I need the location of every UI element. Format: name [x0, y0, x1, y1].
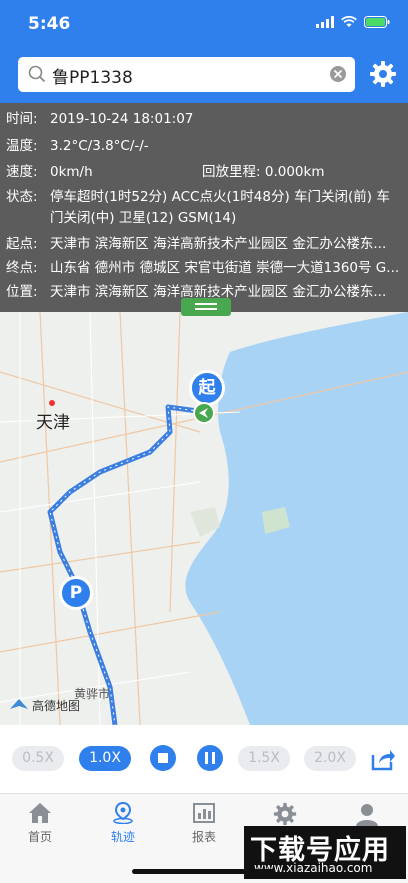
speed-1-0x-button[interactable]: 1.0X: [79, 746, 131, 771]
start-marker-label: 起: [198, 378, 216, 398]
info-position-row: 位置: 天津市 滨海新区 海洋高新技术产业园区 金汇办公楼东...: [6, 280, 386, 300]
clear-icon[interactable]: [329, 65, 347, 83]
info-state-row-2: 门关闭(中) 卫星(12) GSM(14): [50, 206, 236, 226]
user-icon: [356, 804, 378, 826]
parking-marker[interactable]: P: [59, 576, 93, 610]
speed-0-5x-button[interactable]: 0.5X: [12, 746, 64, 771]
city-dot-icon: [49, 400, 55, 406]
info-speed-label: 速度:: [6, 164, 38, 180]
info-start-value: 天津市 滨海新区 海洋高新技术产业园区 金汇办公楼东...: [50, 236, 387, 252]
info-state-line1: 停车超时(1时52分) ACC点火(1时48分) 车门关闭(前) 车: [50, 189, 390, 205]
tab-track[interactable]: 轨迹: [93, 802, 153, 845]
status-icons: [316, 16, 390, 28]
vehicle-icon[interactable]: [193, 402, 215, 424]
info-end-value: 山东省 德州市 德城区 宋官屯街道 崇德一大道1360号 G...: [50, 260, 400, 276]
panel-collapse-handle[interactable]: [181, 298, 231, 316]
info-mileage-label: 回放里程:: [202, 164, 261, 180]
wifi-icon: [341, 16, 357, 27]
home-indicator: [132, 869, 275, 874]
tab-report-label: 报表: [191, 830, 216, 844]
info-mileage-value: 0.000km: [264, 164, 325, 180]
info-temp-row: 温度: 3.2°C/3.8°C/-/-: [6, 134, 149, 154]
amap-logo-icon: [10, 698, 28, 709]
map-city-label: 天津: [36, 413, 70, 433]
info-start-label: 起点:: [6, 236, 38, 252]
share-icon[interactable]: [370, 747, 396, 771]
stop-icon: [158, 753, 168, 763]
playback-controls: 0.5X 1.0X 1.5X 2.0X: [0, 725, 408, 793]
info-speed-row: 速度: 0km/h: [6, 160, 93, 180]
info-state-label: 状态:: [6, 189, 38, 205]
info-panel: 时间: 2019-10-24 18:01:07 温度: 3.2°C/3.8°C/-/…: [0, 103, 408, 312]
tab-report[interactable]: 报表: [174, 802, 234, 845]
info-end-row: 终点: 山东省 德州市 德城区 宋官屯街道 崇德一大道1360号 G...: [6, 256, 399, 276]
info-state-line2: 门关闭(中) 卫星(12) GSM(14): [50, 210, 237, 226]
info-speed-value: 0km/h: [50, 164, 93, 180]
search-icon: [28, 65, 46, 83]
app-header: 5:46 鲁PP1338: [0, 0, 408, 103]
info-position-label: 位置:: [6, 284, 38, 300]
gear-icon[interactable]: [369, 60, 397, 88]
map-view[interactable]: 天津 黄骅市 起 P 高德地图: [0, 312, 408, 725]
tab-track-label: 轨迹: [110, 830, 135, 844]
map-logo-text: 高德地图: [32, 699, 81, 713]
status-bar: 5:46: [0, 0, 408, 48]
info-start-row: 起点: 天津市 滨海新区 海洋高新技术产业园区 金汇办公楼东...: [6, 232, 386, 252]
tab-home[interactable]: 首页: [10, 802, 70, 845]
stop-button[interactable]: [150, 745, 176, 771]
search-input[interactable]: 鲁PP1338: [18, 57, 355, 92]
search-value: 鲁PP1338: [52, 68, 133, 88]
report-icon: [193, 803, 215, 823]
battery-icon: [364, 16, 390, 28]
home-icon: [29, 803, 51, 823]
info-mileage-row: 回放里程: 0.000km: [202, 160, 324, 180]
pause-icon: [205, 752, 215, 764]
info-time-row: 时间: 2019-10-24 18:01:07: [6, 107, 193, 127]
speed-1-5x-button[interactable]: 1.5X: [238, 746, 290, 771]
settings-icon: [273, 802, 297, 826]
info-state-row: 状态: 停车超时(1时52分) ACC点火(1时48分) 车门关闭(前) 车: [6, 185, 390, 205]
info-time-label: 时间:: [6, 111, 38, 127]
start-marker[interactable]: 起: [189, 370, 225, 406]
map-logo: 高德地图: [10, 697, 80, 714]
info-temp-value: 3.2°C/3.8°C/-/-: [50, 138, 149, 154]
signal-icon: [316, 16, 334, 28]
parking-marker-label: P: [69, 583, 83, 603]
status-time: 5:46: [28, 14, 71, 34]
info-end-label: 终点:: [6, 260, 38, 276]
track-icon: [113, 802, 133, 824]
tab-home-label: 首页: [27, 830, 52, 844]
info-temp-label: 温度:: [6, 138, 38, 154]
speed-2-0x-button[interactable]: 2.0X: [304, 746, 356, 771]
info-time-value: 2019-10-24 18:01:07: [50, 111, 194, 127]
pause-button[interactable]: [197, 745, 223, 771]
